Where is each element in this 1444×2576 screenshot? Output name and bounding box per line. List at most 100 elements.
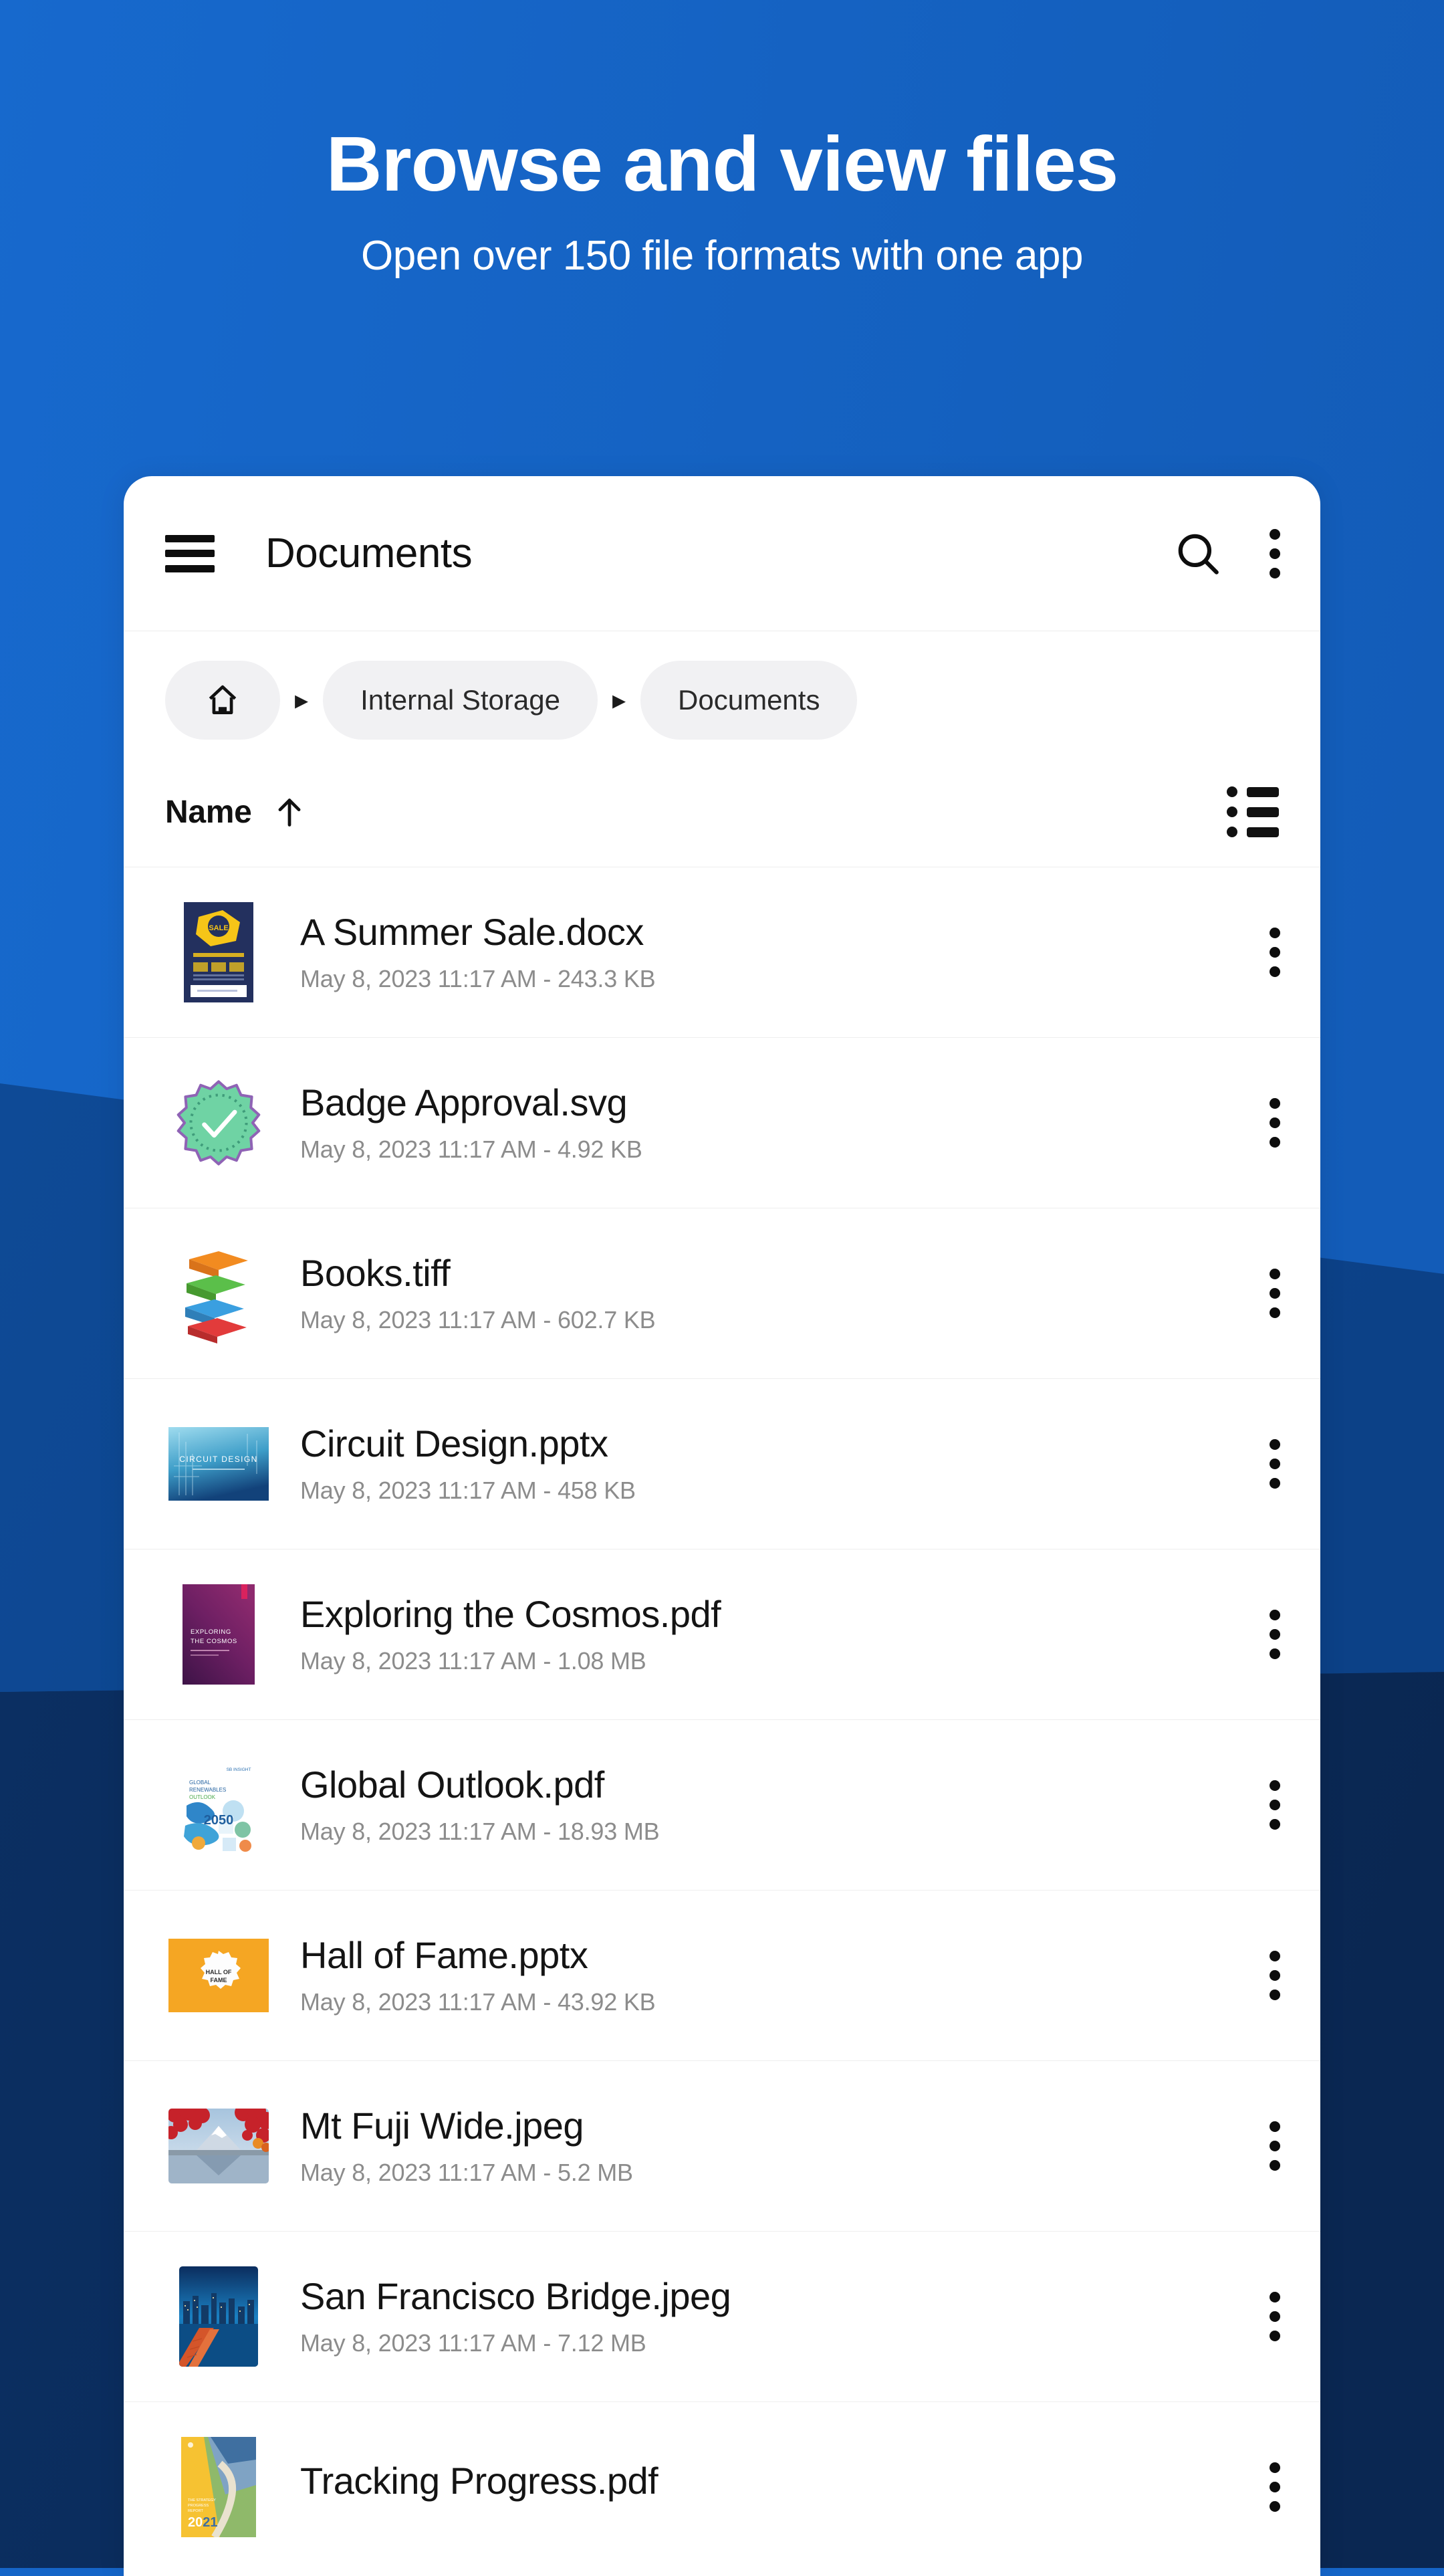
app-bar-title: Documents	[265, 530, 473, 576]
circuit-design-slide-thumb: CIRCUIT DESIGN	[168, 1427, 269, 1501]
file-name: Exploring the Cosmos.pdf	[300, 1593, 721, 1635]
svg-text:GLOBAL: GLOBAL	[189, 1780, 211, 1786]
breadcrumb-home[interactable]	[165, 661, 280, 740]
file-meta: May 8, 2023 11:17 AM - 243.3 KB	[300, 965, 656, 993]
tracking-progress-2021-thumb: THE STRATEGY PROGRESS REPORT 2021	[181, 2437, 256, 2537]
svg-text:REPORT: REPORT	[188, 2509, 203, 2513]
svg-text:RENEWABLES: RENEWABLES	[189, 1787, 226, 1793]
file-meta: May 8, 2023 11:17 AM - 4.92 KB	[300, 1136, 642, 1164]
file-row[interactable]: THE STRATEGY PROGRESS REPORT 2021 Tracki…	[124, 2401, 1320, 2572]
file-info: Badge Approval.svg May 8, 2023 11:17 AM …	[300, 1082, 1249, 1164]
kebab-dots	[1270, 1951, 1280, 2000]
list-view-row	[1227, 807, 1279, 817]
svg-text:CIRCUIT DESIGN: CIRCUIT DESIGN	[179, 1455, 257, 1464]
file-info: Books.tiff May 8, 2023 11:17 AM - 602.7 …	[300, 1253, 1249, 1335]
more-vert-icon[interactable]	[1270, 528, 1280, 578]
file-info: San Francisco Bridge.jpeg May 8, 2023 11…	[300, 2276, 1249, 2358]
file-info: Circuit Design.pptx May 8, 2023 11:17 AM…	[300, 1423, 1249, 1505]
file-name: Mt Fuji Wide.jpeg	[300, 2105, 584, 2147]
file-row[interactable]: SALE A Summer Sale.docx May 8, 2023 11:1…	[124, 867, 1320, 1037]
home-icon	[209, 685, 237, 714]
global-outlook-2050-thumb: SB INSIGHT GLOBAL RENEWABLES OUTLOOK 205…	[181, 1755, 256, 1855]
more-vert-icon[interactable]	[1249, 1951, 1280, 2000]
file-info: Hall of Fame.pptx May 8, 2023 11:17 AM -…	[300, 1935, 1249, 2017]
svg-text:FAME: FAME	[210, 1977, 227, 1983]
kebab-dots	[1270, 928, 1280, 977]
svg-text:THE COSMOS: THE COSMOS	[191, 1638, 237, 1645]
file-row[interactable]: CIRCUIT DESIGN Circuit Design.pptx May 8…	[124, 1378, 1320, 1549]
file-info: Tracking Progress.pdf	[300, 2460, 1249, 2514]
svg-text:THE STRATEGY: THE STRATEGY	[188, 2498, 216, 2502]
hamburger-menu-icon[interactable]	[165, 534, 215, 572]
san-francisco-photo-thumb	[179, 2266, 258, 2367]
more-vert-icon[interactable]	[1249, 1439, 1280, 1489]
svg-text:2021: 2021	[188, 2515, 218, 2530]
file-thumbnail: SB INSIGHT GLOBAL RENEWABLES OUTLOOK 205…	[165, 1751, 272, 1858]
file-thumbnail	[165, 2092, 272, 2199]
arrow-up-icon[interactable]	[272, 793, 307, 831]
breadcrumb-item-internal-storage[interactable]: Internal Storage	[323, 661, 598, 740]
list-view-row	[1227, 786, 1279, 797]
breadcrumb-separator: ▸	[295, 685, 309, 715]
mt-fuji-photo-thumb	[168, 2109, 269, 2183]
more-vert-icon[interactable]	[1249, 2292, 1280, 2341]
kebab-dots	[1270, 2292, 1280, 2341]
file-thumbnail: SALE	[165, 899, 272, 1006]
sort-bar: Name	[124, 766, 1320, 867]
file-info: A Summer Sale.docx May 8, 2023 11:17 AM …	[300, 911, 1249, 994]
file-row[interactable]: San Francisco Bridge.jpeg May 8, 2023 11…	[124, 2231, 1320, 2401]
kebab-dots	[1270, 1439, 1280, 1489]
kebab-dots	[1270, 528, 1280, 578]
more-vert-icon[interactable]	[1249, 928, 1280, 977]
file-thumbnail: EXPLORING THE COSMOS	[165, 1581, 272, 1688]
file-info: Mt Fuji Wide.jpeg May 8, 2023 11:17 AM -…	[300, 2105, 1249, 2187]
file-name: Books.tiff	[300, 1252, 451, 1294]
file-meta: May 8, 2023 11:17 AM - 5.2 MB	[300, 2159, 633, 2187]
exploring-cosmos-cover-thumb: EXPLORING THE COSMOS	[183, 1584, 255, 1685]
svg-text:OUTLOOK: OUTLOOK	[189, 1794, 216, 1800]
svg-text:SB INSIGHT: SB INSIGHT	[227, 1767, 251, 1772]
svg-text:EXPLORING: EXPLORING	[191, 1628, 231, 1636]
more-vert-icon[interactable]	[1249, 1269, 1280, 1318]
file-name: Circuit Design.pptx	[300, 1422, 608, 1465]
page-subtitle: Open over 150 file formats with one app	[361, 232, 1083, 279]
list-view-icon[interactable]	[1227, 786, 1279, 837]
breadcrumb: ▸ Internal Storage ▸ Documents	[124, 631, 1320, 766]
app-bar-actions	[1173, 528, 1280, 578]
summer-sale-doc-thumb: SALE	[184, 902, 253, 1002]
breadcrumb-separator: ▸	[612, 685, 626, 715]
more-vert-icon[interactable]	[1249, 1780, 1280, 1830]
file-row[interactable]: Books.tiff May 8, 2023 11:17 AM - 602.7 …	[124, 1208, 1320, 1378]
more-vert-icon[interactable]	[1249, 1098, 1280, 1148]
file-thumbnail: CIRCUIT DESIGN	[165, 1410, 272, 1517]
books-stack-thumb	[185, 1251, 248, 1344]
file-row[interactable]: Mt Fuji Wide.jpeg May 8, 2023 11:17 AM -…	[124, 2060, 1320, 2231]
file-thumbnail	[165, 1240, 272, 1347]
app-bar: Documents	[124, 476, 1320, 631]
breadcrumb-item-documents[interactable]: Documents	[640, 661, 858, 740]
file-thumbnail	[165, 2263, 272, 2370]
file-row[interactable]: Badge Approval.svg May 8, 2023 11:17 AM …	[124, 1037, 1320, 1208]
file-row[interactable]: EXPLORING THE COSMOS Exploring the Cosmo…	[124, 1549, 1320, 1719]
file-info: Exploring the Cosmos.pdf May 8, 2023 11:…	[300, 1594, 1249, 1676]
app-screenshot-card: Documents ▸ Internal Storage ▸ Documents…	[124, 476, 1320, 2576]
list-view-row	[1227, 827, 1279, 837]
file-meta: May 8, 2023 11:17 AM - 43.92 KB	[300, 1988, 656, 2016]
file-row[interactable]: HALL OF FAME Hall of Fame.pptx May 8, 20…	[124, 1890, 1320, 2060]
hall-of-fame-slide-thumb: HALL OF FAME	[168, 1939, 269, 2012]
more-vert-icon[interactable]	[1249, 1610, 1280, 1659]
kebab-dots	[1270, 2121, 1280, 2171]
file-meta: May 8, 2023 11:17 AM - 1.08 MB	[300, 1647, 646, 1675]
badge-check-thumb	[176, 1080, 261, 1166]
more-vert-icon[interactable]	[1249, 2462, 1280, 2512]
search-icon[interactable]	[1173, 529, 1223, 578]
sort-label[interactable]: Name	[165, 794, 252, 831]
more-vert-icon[interactable]	[1249, 2121, 1280, 2171]
file-name: San Francisco Bridge.jpeg	[300, 2275, 731, 2317]
file-name: Hall of Fame.pptx	[300, 1934, 588, 1976]
arrow-up-glyph	[278, 798, 301, 827]
file-row[interactable]: SB INSIGHT GLOBAL RENEWABLES OUTLOOK 205…	[124, 1719, 1320, 1890]
file-meta: May 8, 2023 11:17 AM - 18.93 MB	[300, 1818, 660, 1846]
kebab-dots	[1270, 1098, 1280, 1148]
file-name: A Summer Sale.docx	[300, 911, 644, 953]
